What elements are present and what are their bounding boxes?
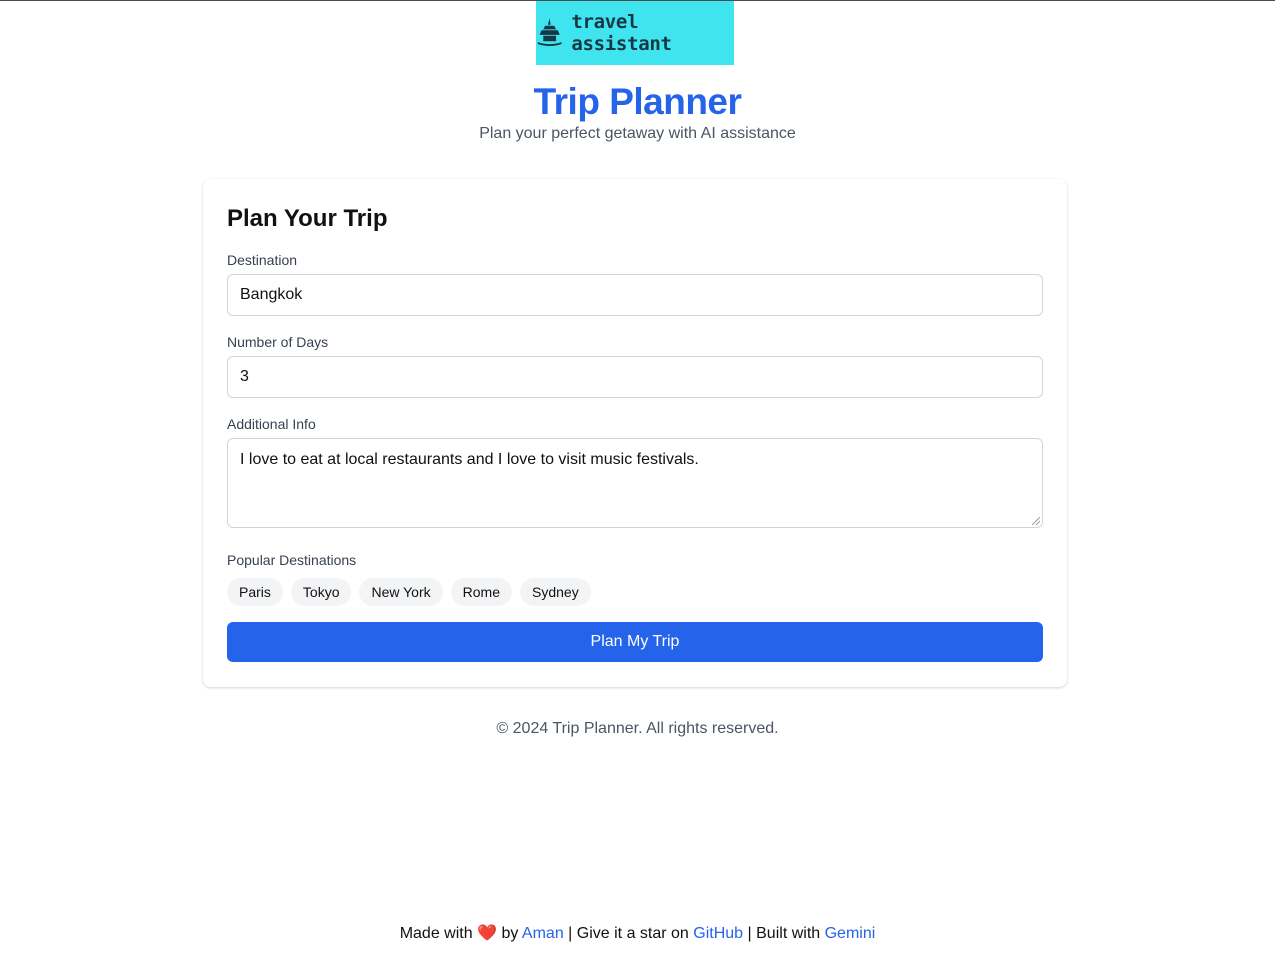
plan-my-trip-button[interactable]: Plan My Trip [227,622,1043,662]
destination-label: Destination [227,252,298,268]
destination-chip-rome[interactable]: Rome [450,578,512,606]
logo-text: travel assistant [571,11,672,55]
footer: Made with ❤️ by Aman | Give it a star on… [0,923,1275,943]
additional-info-textarea[interactable]: I love to eat at local restaurants and I… [227,438,1043,528]
footer-made-with: Made with [399,925,473,942]
footer-by: by [501,925,519,942]
author-link[interactable]: Aman [522,925,564,942]
page-title: Trip Planner [533,81,742,122]
popular-destinations-label: Popular Destinations [227,552,357,568]
footer-star-text: | Give it a star on [568,925,689,942]
resize-grip-icon[interactable] [1032,517,1040,525]
trip-form-card: Plan Your Trip Destination Bangkok Numbe… [203,179,1067,687]
destination-chip-new-york[interactable]: New York [359,578,443,606]
page-subtitle: Plan your perfect getaway with AI assist… [479,125,796,142]
copyright-text: © 2024 Trip Planner. All rights reserved… [496,720,779,737]
destination-chip-paris[interactable]: Paris [227,578,283,606]
form-heading: Plan Your Trip [227,205,388,232]
temple-icon [537,18,562,47]
days-input[interactable]: 3 [227,356,1043,398]
heart-icon: ❤️ [477,925,497,942]
popular-destinations-list: Paris Tokyo New York Rome Sydney [227,578,591,606]
gemini-link[interactable]: Gemini [825,925,876,942]
destination-input[interactable]: Bangkok [227,274,1043,316]
page: travel assistant Trip Planner Plan your … [0,0,1275,960]
additional-info-text: I love to eat at local restaurants and I… [240,451,699,468]
destination-chip-tokyo[interactable]: Tokyo [290,578,352,606]
footer-built-with: | Built with [747,925,821,942]
days-label: Number of Days [227,334,329,350]
github-link[interactable]: GitHub [693,925,743,942]
destination-chip-sydney[interactable]: Sydney [520,578,591,606]
additional-info-label: Additional Info [227,416,316,432]
travel-assistant-logo: travel assistant [536,1,734,65]
